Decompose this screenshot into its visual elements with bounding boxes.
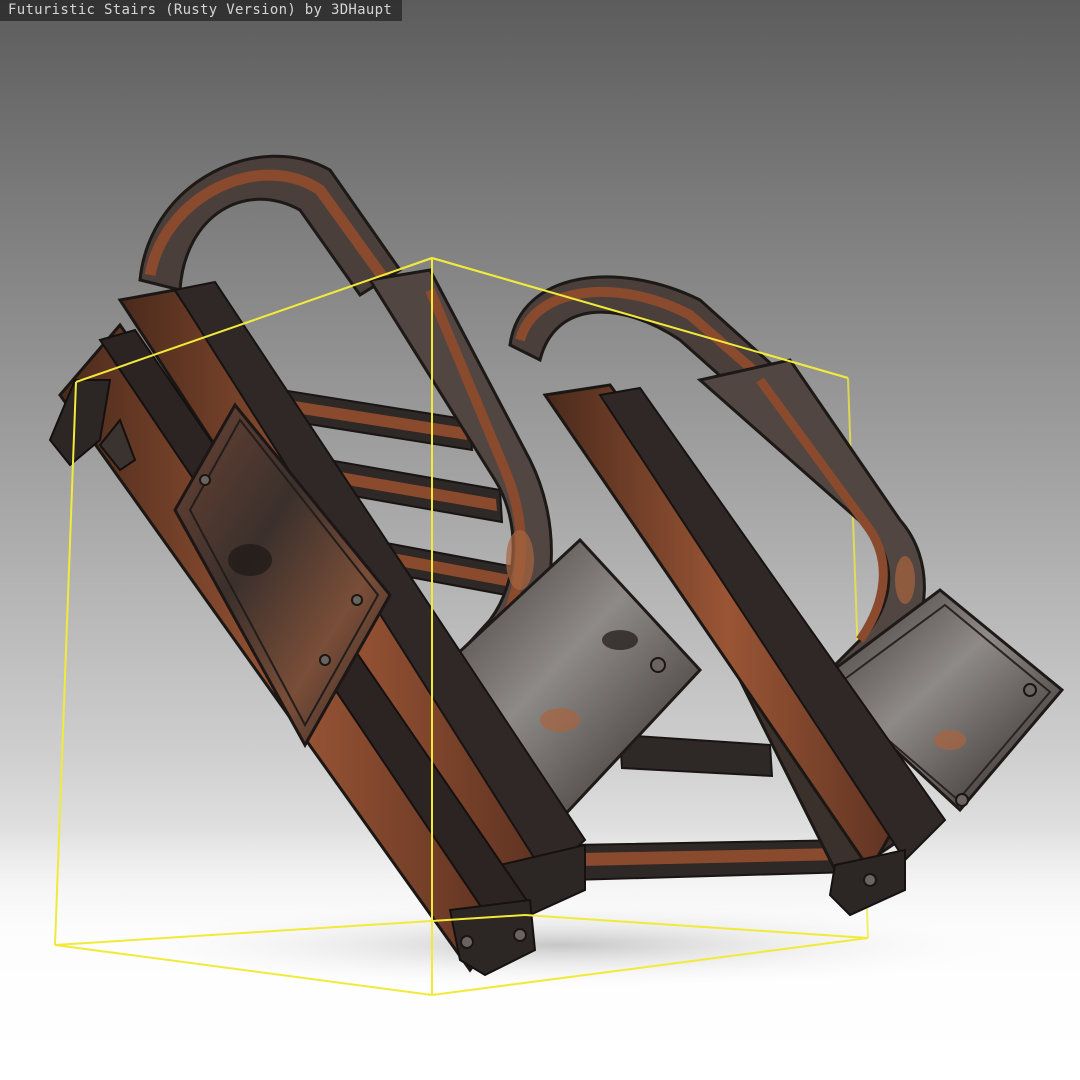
ground-shadow [90, 900, 1030, 990]
model-title-bar: Futuristic Stairs (Rusty Version) by 3DH… [0, 0, 403, 21]
rusty-stairs-model[interactable] [48, 154, 1065, 977]
model-viewport[interactable]: Futuristic Stairs (Rusty Version) by 3DH… [0, 0, 1080, 1080]
scene-canvas[interactable] [0, 0, 1080, 1080]
